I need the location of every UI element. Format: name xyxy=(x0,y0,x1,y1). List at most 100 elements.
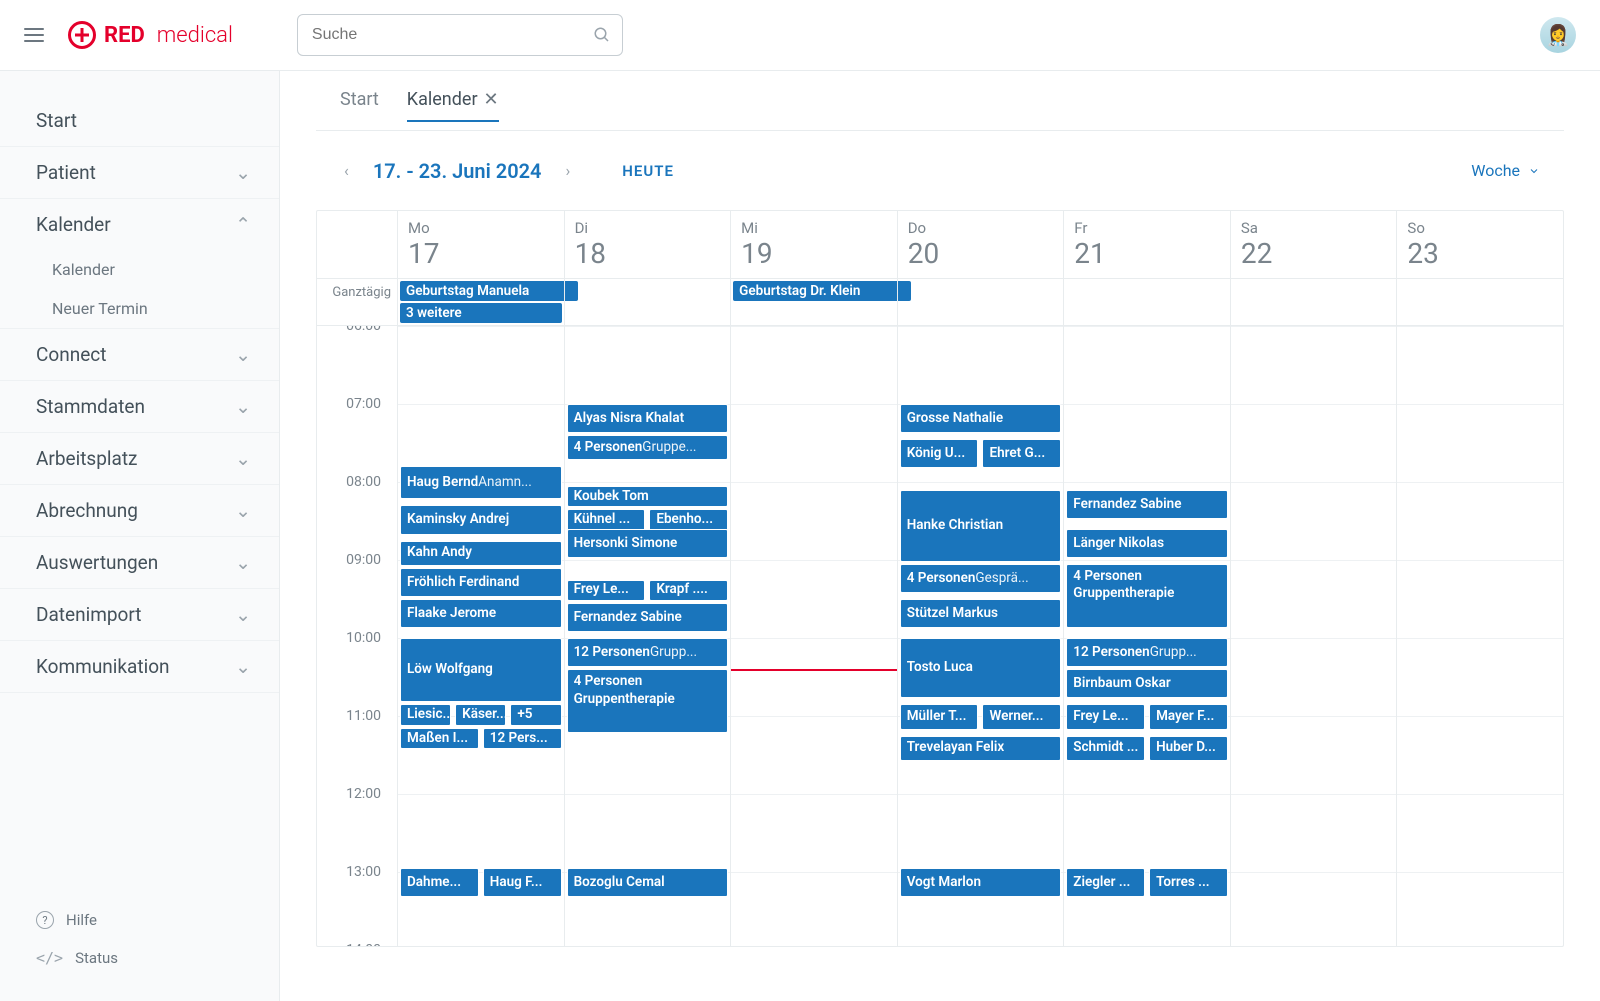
calendar-event[interactable]: Liesic... xyxy=(400,704,451,725)
calendar-event[interactable]: 4 Personen Gruppentherapie xyxy=(567,669,729,733)
day-column[interactable] xyxy=(1230,326,1397,946)
calendar-event[interactable]: Löw Wolfgang xyxy=(400,638,562,702)
calendar-event[interactable]: Trevelayan Felix xyxy=(900,736,1062,761)
calendar-event[interactable]: Fernandez Sabine xyxy=(567,603,729,632)
menu-toggle-button[interactable] xyxy=(24,24,44,46)
calendar-event[interactable]: +5 xyxy=(510,704,561,725)
calendar-event[interactable]: Frey Le... xyxy=(1066,704,1145,729)
calendar-event[interactable]: Müller T... xyxy=(900,704,979,729)
tab-kalender[interactable]: Kalender ✕ xyxy=(407,89,499,122)
event-title: Liesic... xyxy=(407,706,451,724)
calendar-event[interactable]: Ehret G... xyxy=(982,439,1061,468)
allday-event[interactable]: 3 weitere xyxy=(400,303,562,323)
calendar-event[interactable]: Dahme... xyxy=(400,868,479,897)
sidebar-item-patient[interactable]: Patient⌄ xyxy=(0,147,279,198)
chevron-down-icon: ⌄ xyxy=(235,343,251,366)
calendar-event[interactable]: Birnbaum Oskar xyxy=(1066,669,1228,698)
calendar-event[interactable]: Hanke Christian xyxy=(900,490,1062,562)
calendar-event[interactable]: 4 Personen Gruppentherapie xyxy=(1066,564,1228,628)
calendar-event[interactable]: König U... xyxy=(900,439,979,468)
calendar-event[interactable]: Ebenho... xyxy=(649,509,728,530)
day-column[interactable]: Alyas Nisra Khalat4 Personen Gruppe... Ko… xyxy=(564,326,731,946)
calendar-event[interactable]: Kühnel ... xyxy=(567,509,646,530)
day-column[interactable]: Fernandez Sabine Länger Nikolas 4 Personen… xyxy=(1063,326,1230,946)
day-column[interactable] xyxy=(730,326,897,946)
sidebar-item-auswertungen[interactable]: Auswertungen⌄ xyxy=(0,537,279,588)
sidebar-item-arbeitsplatz[interactable]: Arbeitsplatz⌄ xyxy=(0,433,279,484)
calendar-event[interactable]: 4 Personen Gruppe... xyxy=(567,435,729,460)
allday-event[interactable]: Geburtstag Dr. Klein xyxy=(733,281,911,301)
calendar-event[interactable]: Grosse Nathalie xyxy=(900,404,1062,433)
calendar-event[interactable]: Vogt Marlon xyxy=(900,868,1062,897)
calendar-event[interactable]: Haug Bernd Anamn... xyxy=(400,466,562,499)
calendar-event[interactable]: Torres ... xyxy=(1149,868,1228,897)
hour-gridline xyxy=(898,482,1064,483)
allday-cell[interactable]: Geburtstag Dr. Klein xyxy=(730,279,897,325)
allday-event[interactable]: Geburtstag Manuela xyxy=(400,281,578,301)
calendar-event[interactable]: Fröhlich Ferdinand xyxy=(400,568,562,597)
calendar-event[interactable]: 12 Personen Grupp... xyxy=(1066,638,1228,667)
calendar-event[interactable]: Alyas Nisra Khalat xyxy=(567,404,729,433)
calendar-event[interactable]: 12 Pers... xyxy=(483,728,562,749)
sidebar-item-start[interactable]: Start xyxy=(0,95,279,146)
calendar-event[interactable]: Krapf .... xyxy=(649,580,728,601)
calendar-event[interactable]: Schmidt ... xyxy=(1066,736,1145,761)
calendar-event[interactable]: Länger Nikolas xyxy=(1066,529,1228,558)
footer-link-hilfe[interactable]: ?Hilfe xyxy=(0,901,279,939)
sidebar-item-connect[interactable]: Connect⌄ xyxy=(0,329,279,380)
calendar-event[interactable]: Kahn Andy xyxy=(400,541,562,566)
hour-gridline xyxy=(1064,794,1230,795)
calendar-event[interactable]: 4 Personen Gesprä... xyxy=(900,564,1062,593)
allday-cell[interactable] xyxy=(897,279,1064,325)
close-icon[interactable]: ✕ xyxy=(484,89,499,110)
prev-week-button[interactable]: ‹ xyxy=(340,157,353,184)
event-title: 12 Personen xyxy=(574,644,650,662)
calendar-event[interactable]: Huber D... xyxy=(1149,736,1228,761)
calendar-event[interactable]: 12 Personen Grupp... xyxy=(567,638,729,667)
next-week-button[interactable]: › xyxy=(561,157,574,184)
day-column[interactable]: Haug Bernd Anamn... Kaminsky Andrej Kahn A… xyxy=(397,326,564,946)
calendar-event[interactable]: Fernandez Sabine xyxy=(1066,490,1228,519)
calendar-event[interactable]: Maßen I... xyxy=(400,728,479,749)
calendar-event[interactable]: Kaminsky Andrej xyxy=(400,505,562,534)
search-input[interactable] xyxy=(297,14,623,56)
user-avatar[interactable]: 👩‍⚕️ xyxy=(1540,17,1576,53)
event-title: Ehret G... xyxy=(989,445,1045,463)
today-button[interactable]: HEUTE xyxy=(622,162,674,180)
allday-cell[interactable]: Geburtstag Manuela3 weitere xyxy=(397,279,564,325)
footer-link-status[interactable]: </>Status xyxy=(0,939,279,977)
sidebar-subitem[interactable]: Neuer Termin xyxy=(0,289,279,328)
tab-label: Kalender xyxy=(407,89,478,110)
calendar-event[interactable]: Flaake Jerome xyxy=(400,599,562,628)
day-column[interactable]: Grosse Nathalie König U... Ehret G... Hanke… xyxy=(897,326,1064,946)
app-logo[interactable]: REDmedical xyxy=(68,21,233,49)
tab-start[interactable]: Start xyxy=(340,89,379,122)
calendar-event[interactable]: Werner... xyxy=(982,704,1061,729)
calendar-event[interactable]: Hersonki Simone xyxy=(567,529,729,558)
calendar-event[interactable]: Stützel Markus xyxy=(900,599,1062,628)
sidebar-subitem[interactable]: Kalender xyxy=(0,250,279,289)
calendar-event[interactable]: Frey Le... xyxy=(567,580,646,601)
chevron-down-icon: ⌄ xyxy=(235,603,251,626)
sidebar-item-abrechnung[interactable]: Abrechnung⌄ xyxy=(0,485,279,536)
allday-cell[interactable] xyxy=(564,279,731,325)
calendar-event[interactable]: Haug F... xyxy=(483,868,562,897)
sidebar-item-datenimport[interactable]: Datenimport⌄ xyxy=(0,589,279,640)
calendar-event[interactable]: Koubek Tom xyxy=(567,486,729,507)
hour-gridline xyxy=(1231,716,1397,717)
allday-cell[interactable] xyxy=(1230,279,1397,325)
calendar-event[interactable]: Mayer F... xyxy=(1149,704,1228,729)
allday-cell[interactable] xyxy=(1063,279,1230,325)
hour-gridline xyxy=(565,794,731,795)
calendar-event[interactable]: Tosto Luca xyxy=(900,638,1062,698)
sidebar-item-kommunikation[interactable]: Kommunikation⌄ xyxy=(0,641,279,692)
calendar-event[interactable]: Bozoglu Cemal xyxy=(567,868,729,897)
calendar-event[interactable]: Ziegler ... xyxy=(1066,868,1145,897)
event-title: Käser... xyxy=(462,706,506,724)
calendar-event[interactable]: Käser... xyxy=(455,704,506,725)
day-column[interactable] xyxy=(1396,326,1563,946)
sidebar-item-stammdaten[interactable]: Stammdaten⌄ xyxy=(0,381,279,432)
allday-cell[interactable] xyxy=(1396,279,1563,325)
sidebar-item-kalender[interactable]: Kalender⌃ xyxy=(0,199,279,250)
view-selector[interactable]: Woche xyxy=(1471,161,1540,180)
